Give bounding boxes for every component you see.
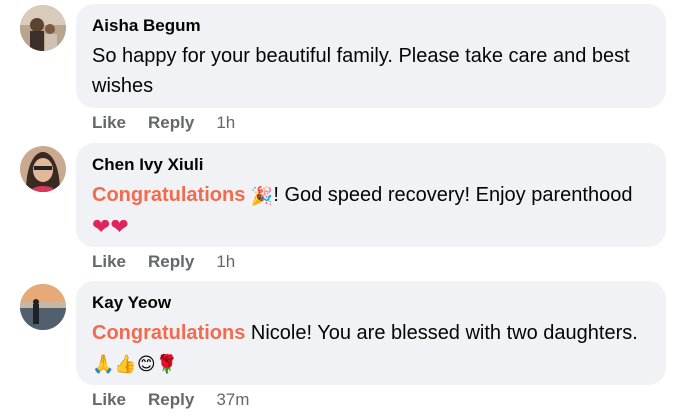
party-popper-emoji: 🎉 <box>250 186 274 207</box>
comment-timestamp[interactable]: 1h <box>216 113 235 133</box>
comment-actions: Like Reply 1h <box>92 113 235 133</box>
reply-button[interactable]: Reply <box>148 252 194 272</box>
highlighted-word: Congratulations <box>92 184 246 206</box>
like-button[interactable]: Like <box>92 113 126 133</box>
comment-text: Congratulations Nicole! You are blessed … <box>92 318 650 380</box>
highlighted-word: Congratulations <box>92 322 246 344</box>
comment-bubble: Chen Ivy Xiuli Congratulations 🎉! God sp… <box>76 143 666 247</box>
comment-bubble: Aisha Begum So happy for your beautiful … <box>76 4 666 108</box>
comment-timestamp[interactable]: 1h <box>216 252 235 272</box>
comment-bubble: Kay Yeow Congratulations Nicole! You are… <box>76 281 666 385</box>
avatar[interactable] <box>20 284 66 330</box>
avatar[interactable] <box>20 5 66 51</box>
reply-button[interactable]: Reply <box>148 390 194 410</box>
comment-body: Nicole! You are blessed with two daughte… <box>245 322 638 344</box>
comment-text: Congratulations 🎉! God speed recovery! E… <box>92 180 650 243</box>
avatar[interactable] <box>20 146 66 192</box>
like-button[interactable]: Like <box>92 252 126 272</box>
comment-body: ! God speed recovery! Enjoy parenthood <box>273 184 633 206</box>
comment-timestamp[interactable]: 37m <box>216 390 249 410</box>
comment-author[interactable]: Kay Yeow <box>92 292 650 314</box>
comment-text: So happy for your beautiful family. Plea… <box>92 45 630 97</box>
reply-button[interactable]: Reply <box>148 113 194 133</box>
like-button[interactable]: Like <box>92 390 126 410</box>
hearts-emoji: ❤❤ <box>92 215 129 240</box>
comment-author[interactable]: Aisha Begum <box>92 15 650 37</box>
emoji-sequence: 🙏👍😊🌹 <box>92 354 179 375</box>
comment-actions: Like Reply 37m <box>92 390 249 410</box>
comment-author[interactable]: Chen Ivy Xiuli <box>92 154 650 176</box>
comment-actions: Like Reply 1h <box>92 252 235 272</box>
